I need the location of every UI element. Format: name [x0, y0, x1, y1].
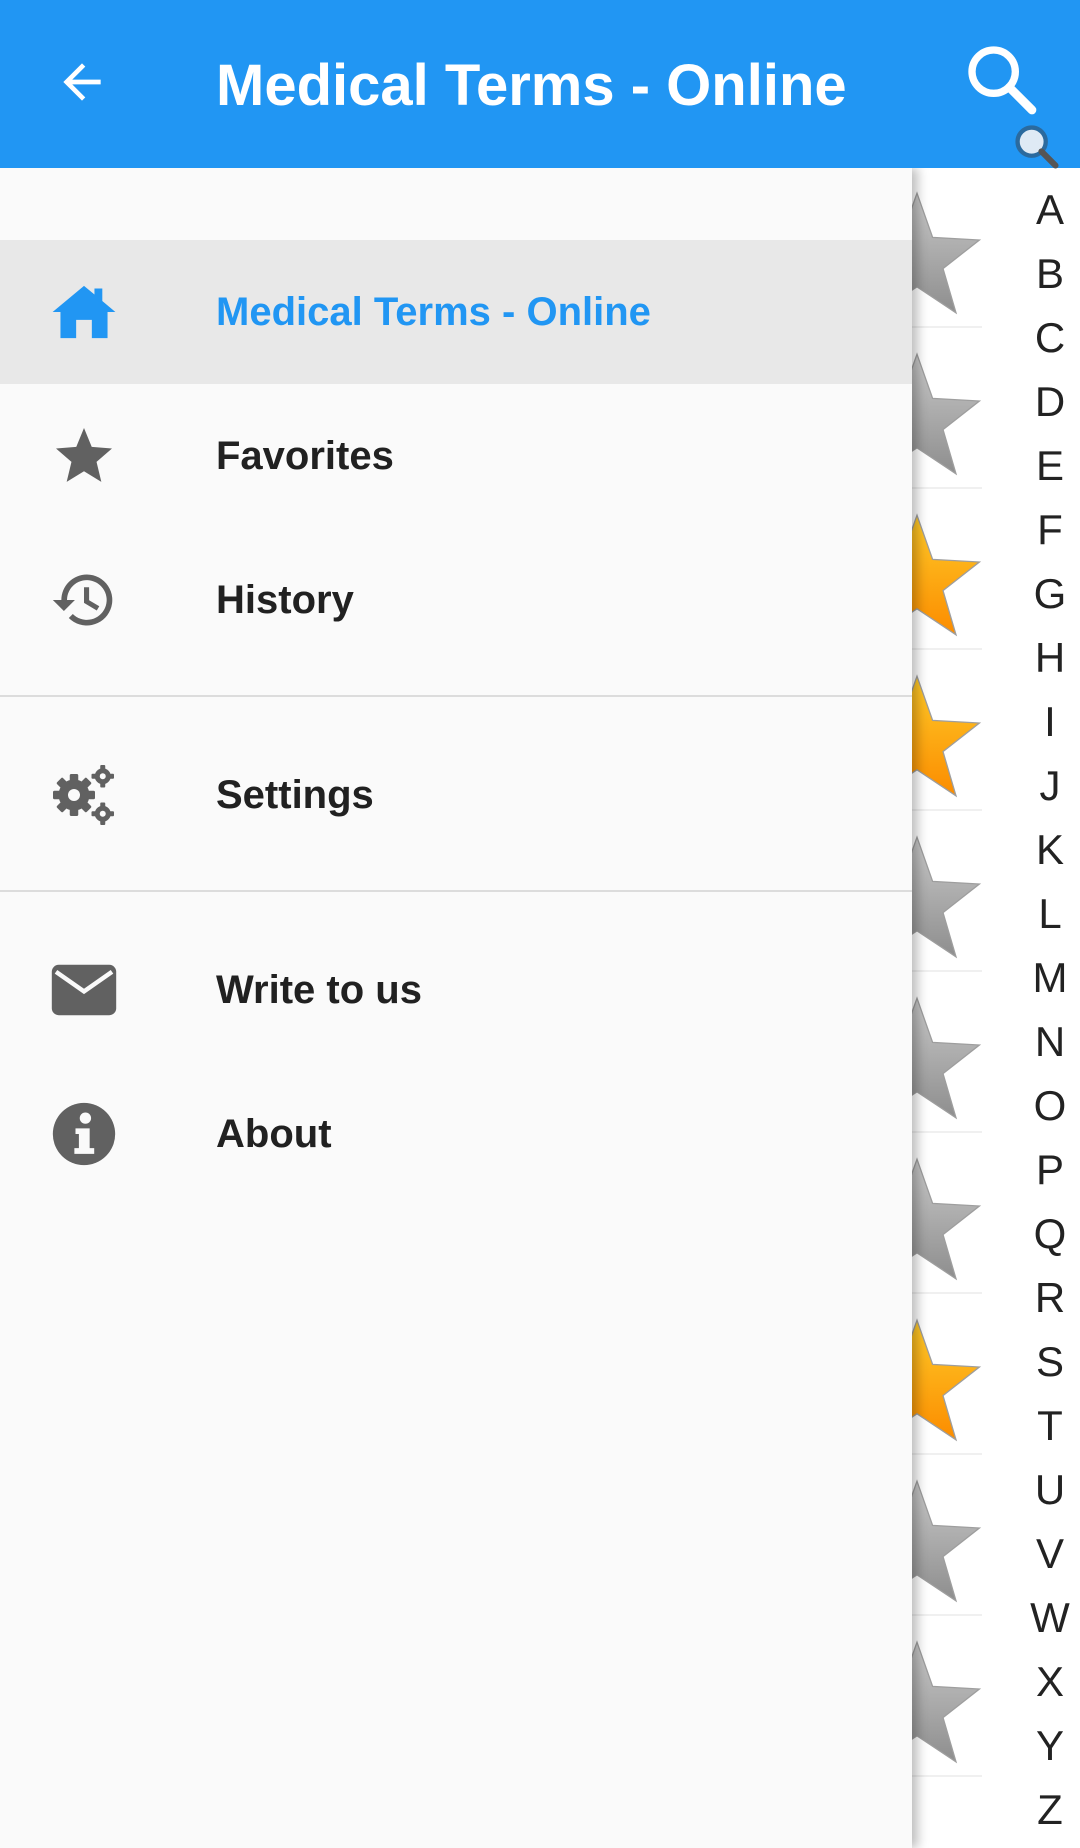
index-letter[interactable]: H: [1035, 626, 1065, 690]
drawer-item-history[interactable]: History: [0, 528, 912, 672]
index-letter[interactable]: J: [1040, 754, 1061, 818]
favorite-star-icon[interactable]: [912, 651, 982, 812]
drawer-divider: [0, 890, 912, 892]
index-letter[interactable]: B: [1036, 242, 1064, 306]
list-divider: [912, 809, 982, 811]
star-icon[interactable]: [912, 1456, 982, 1617]
index-letter[interactable]: G: [1034, 562, 1067, 626]
search-icon: [968, 46, 1037, 115]
star-icon[interactable]: [912, 329, 982, 490]
info-icon: [48, 1098, 120, 1170]
index-letter[interactable]: W: [1030, 1586, 1070, 1650]
star-icon[interactable]: [912, 1134, 982, 1295]
star-icon[interactable]: [912, 973, 982, 1134]
list-divider: [912, 648, 982, 650]
index-letter[interactable]: C: [1035, 306, 1065, 370]
list-divider: [912, 487, 982, 489]
favorite-star-icon[interactable]: [912, 1295, 982, 1456]
index-letter[interactable]: I: [1044, 690, 1056, 754]
index-letter[interactable]: K: [1036, 818, 1064, 882]
drawer-divider: [0, 695, 912, 697]
index-letter[interactable]: E: [1036, 434, 1064, 498]
list-divider: [912, 1453, 982, 1455]
list-divider: [912, 1775, 982, 1777]
drawer-item-settings[interactable]: Settings: [0, 723, 912, 867]
drawer-item-label: About: [216, 1111, 332, 1156]
star-icon[interactable]: [912, 168, 982, 329]
index-letter[interactable]: V: [1036, 1522, 1064, 1586]
index-letter[interactable]: T: [1037, 1394, 1063, 1458]
alphabet-index[interactable]: ABCDEFGHIJKLMNOPQRSTUVWXYZ: [1030, 178, 1070, 1842]
back-button[interactable]: [46, 46, 118, 118]
index-letter[interactable]: U: [1035, 1458, 1065, 1522]
index-letter[interactable]: Z: [1037, 1778, 1063, 1842]
search-icon: [1015, 125, 1059, 169]
envelope-icon: [48, 954, 120, 1026]
gears-icon: [48, 759, 120, 831]
home-icon: [48, 276, 120, 348]
arrow-left-icon: [63, 63, 101, 101]
app-bar: Medical Terms - Online: [0, 0, 1080, 168]
index-letter[interactable]: R: [1035, 1266, 1065, 1330]
index-letter[interactable]: O: [1034, 1074, 1067, 1138]
list-divider: [912, 1131, 982, 1133]
list-divider: [912, 326, 982, 328]
drawer-item-label: Medical Terms - Online: [216, 289, 651, 334]
search-button[interactable]: [962, 40, 1042, 120]
index-letter[interactable]: Q: [1034, 1202, 1067, 1266]
index-letter[interactable]: L: [1038, 882, 1061, 946]
drawer-item-label: Write to us: [216, 967, 422, 1012]
star-icon: [48, 420, 120, 492]
drawer-item-favorites[interactable]: Favorites: [0, 384, 912, 528]
index-letter[interactable]: Y: [1036, 1714, 1064, 1778]
index-letter[interactable]: F: [1037, 498, 1063, 562]
navigation-drawer: Medical Terms - Online Favorites History: [0, 168, 912, 1848]
star-icon[interactable]: [912, 812, 982, 973]
index-letter[interactable]: N: [1035, 1010, 1065, 1074]
index-search-button[interactable]: [1010, 120, 1062, 172]
drawer-item-label: History: [216, 577, 354, 622]
index-letter[interactable]: D: [1035, 370, 1065, 434]
list-divider: [912, 1292, 982, 1294]
app-title: Medical Terms - Online: [216, 53, 847, 118]
drawer-item-about[interactable]: About: [0, 1062, 912, 1206]
star-icon[interactable]: [912, 1617, 982, 1778]
index-letter[interactable]: M: [1033, 946, 1068, 1010]
history-icon: [48, 564, 120, 636]
index-letter[interactable]: X: [1036, 1650, 1064, 1714]
drawer-item-label: Settings: [216, 772, 374, 817]
index-letter[interactable]: S: [1036, 1330, 1064, 1394]
favorite-star-icon[interactable]: [912, 490, 982, 651]
index-letter[interactable]: P: [1036, 1138, 1064, 1202]
index-letter[interactable]: A: [1036, 178, 1064, 242]
drawer-item-medical-terms[interactable]: Medical Terms - Online: [0, 240, 912, 384]
drawer-item-label: Favorites: [216, 433, 394, 478]
list-divider: [912, 970, 982, 972]
list-divider: [912, 1614, 982, 1616]
drawer-item-write-to-us[interactable]: Write to us: [0, 918, 912, 1062]
